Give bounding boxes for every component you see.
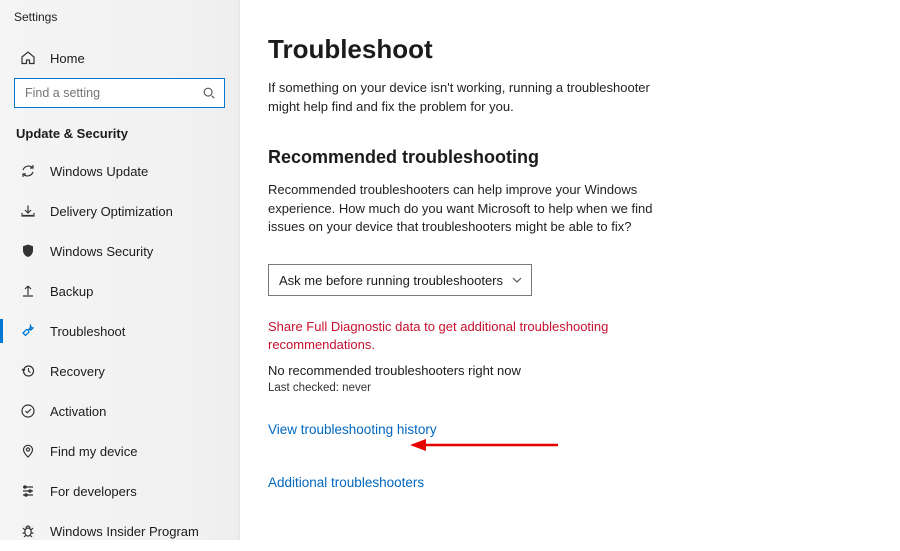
home-icon bbox=[20, 50, 36, 66]
search-input[interactable] bbox=[14, 78, 225, 108]
sidebar-item-label: Find my device bbox=[50, 444, 137, 459]
sidebar-item-label: Windows Insider Program bbox=[50, 524, 199, 539]
sidebar-item-windows-insider[interactable]: Windows Insider Program bbox=[0, 511, 239, 551]
download-icon bbox=[20, 203, 36, 219]
diagnostic-warning: Share Full Diagnostic data to get additi… bbox=[268, 318, 648, 354]
location-icon bbox=[20, 443, 36, 459]
bug-icon bbox=[20, 523, 36, 539]
recommended-desc: Recommended troubleshooters can help imp… bbox=[268, 181, 668, 238]
checkmark-icon bbox=[20, 403, 36, 419]
sidebar-item-for-developers[interactable]: For developers bbox=[0, 471, 239, 511]
window-title: Settings bbox=[0, 0, 239, 38]
last-checked-text: Last checked: never bbox=[268, 382, 860, 394]
recommended-heading: Recommended troubleshooting bbox=[268, 147, 860, 168]
search-field[interactable] bbox=[23, 85, 202, 101]
clock-icon bbox=[20, 363, 36, 379]
sidebar-item-backup[interactable]: Backup bbox=[0, 271, 239, 311]
sidebar-item-label: Recovery bbox=[50, 364, 105, 379]
sync-icon bbox=[20, 163, 36, 179]
sidebar-item-label: Troubleshoot bbox=[50, 324, 125, 339]
category-title: Update & Security bbox=[0, 120, 239, 151]
sidebar-item-label: Windows Update bbox=[50, 164, 148, 179]
sliders-icon bbox=[20, 483, 36, 499]
wrench-icon bbox=[20, 323, 36, 339]
sidebar-item-find-my-device[interactable]: Find my device bbox=[0, 431, 239, 471]
nav-home-label: Home bbox=[50, 51, 85, 66]
sidebar-item-label: Delivery Optimization bbox=[50, 204, 173, 219]
recommendation-level-dropdown[interactable]: Ask me before running troubleshooters bbox=[268, 264, 532, 296]
dropdown-value: Ask me before running troubleshooters bbox=[279, 273, 503, 288]
chevron-down-icon bbox=[511, 274, 523, 286]
sidebar-item-windows-update[interactable]: Windows Update bbox=[0, 151, 239, 191]
upload-icon bbox=[20, 283, 36, 299]
sidebar-item-label: Backup bbox=[50, 284, 93, 299]
sidebar-item-recovery[interactable]: Recovery bbox=[0, 351, 239, 391]
sidebar-item-delivery-optimization[interactable]: Delivery Optimization bbox=[0, 191, 239, 231]
nav-home[interactable]: Home bbox=[0, 38, 239, 78]
sidebar-item-activation[interactable]: Activation bbox=[0, 391, 239, 431]
settings-app: Settings Home Update & Security Windows … bbox=[0, 0, 900, 540]
no-recommendations-text: No recommended troubleshooters right now bbox=[268, 363, 860, 378]
sidebar-item-label: Activation bbox=[50, 404, 106, 419]
sidebar-item-troubleshoot[interactable]: Troubleshoot bbox=[0, 311, 239, 351]
link-view-history[interactable]: View troubleshooting history bbox=[268, 422, 437, 437]
shield-icon bbox=[20, 243, 36, 259]
main-content: Troubleshoot If something on your device… bbox=[240, 0, 900, 540]
sidebar-item-label: For developers bbox=[50, 484, 137, 499]
search-icon bbox=[202, 86, 216, 100]
page-title: Troubleshoot bbox=[268, 34, 860, 65]
sidebar: Settings Home Update & Security Windows … bbox=[0, 0, 240, 540]
link-additional-troubleshooters[interactable]: Additional troubleshooters bbox=[268, 475, 424, 490]
sidebar-item-label: Windows Security bbox=[50, 244, 153, 259]
intro-text: If something on your device isn't workin… bbox=[268, 79, 668, 117]
sidebar-item-windows-security[interactable]: Windows Security bbox=[0, 231, 239, 271]
